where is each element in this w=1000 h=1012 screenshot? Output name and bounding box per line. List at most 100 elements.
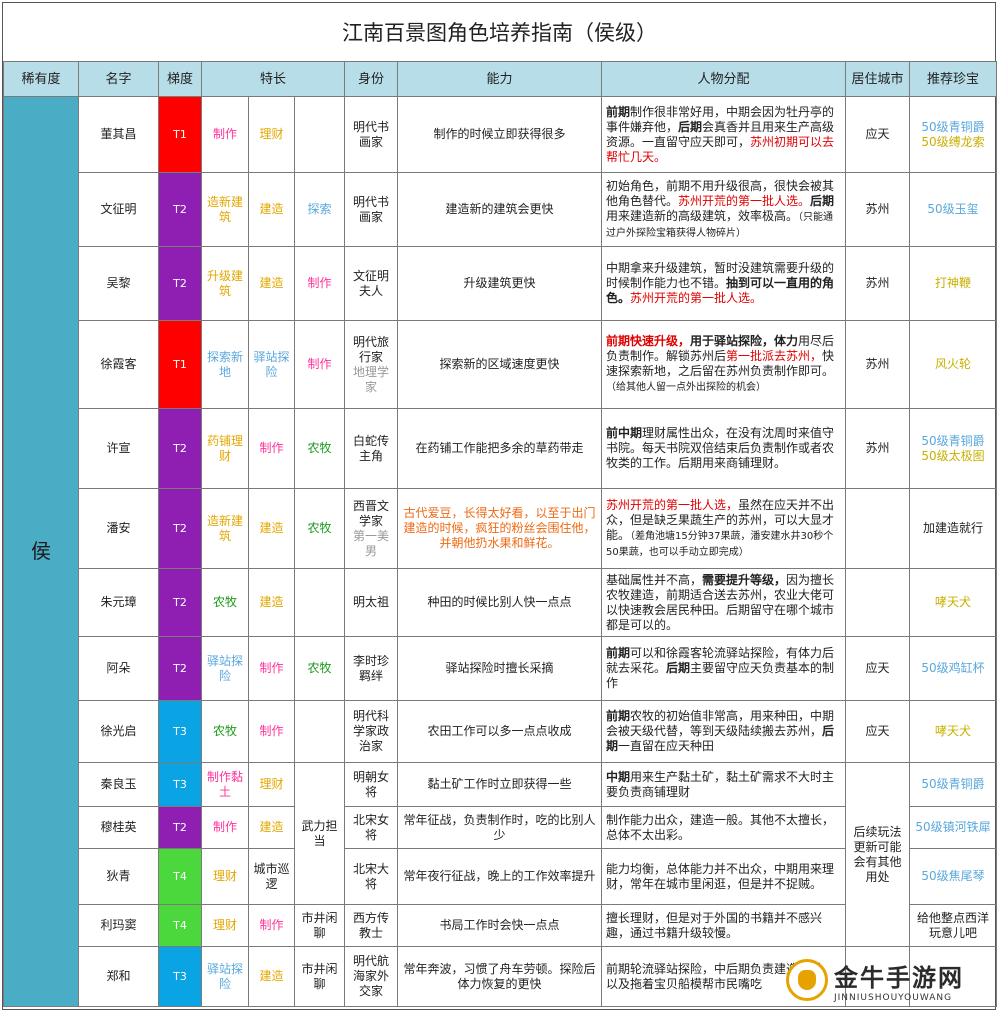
allocation-segment: （差角池塘15分钟37果蔬，潘安建水井30秒个50果蔬，也可以手动立即完成） xyxy=(606,530,834,558)
header-specialty: 特长 xyxy=(200,61,346,97)
city-later-note: 后续玩法更新可能会有其他用处 xyxy=(845,762,911,947)
table-row: 文征明 T2 造新建筑 建造 探索 明代书画家 建造新的建筑会更快 初始角色，前期不用升级很高… xyxy=(4,172,998,247)
ability-text: 探索新的区域速度更快 xyxy=(397,320,603,409)
specialty-sp2: 驿站探险 xyxy=(248,320,295,409)
treasure-item: 50级玉玺 xyxy=(927,202,979,216)
specialty-sp1: 升级建筑 xyxy=(201,246,249,321)
header-treasure: 推荐珍宝 xyxy=(909,61,998,97)
specialty-sp1: 探索新地 xyxy=(201,320,249,409)
specialty-martial: 武力担当 xyxy=(293,762,346,905)
allocation-segment: 制作能力出众，建造一般。其他不太擅长，总体不太出彩。 xyxy=(606,812,835,842)
table-body: 侯董其昌 T1 制作 理财 明代书画家 制作的时候立即获得很多 前期制作很非常好用，中期会因… xyxy=(3,96,998,1007)
logo-sub-text: JINNIUSHOUYOUWANG xyxy=(834,992,953,1003)
character-name: 许宣 xyxy=(78,408,159,489)
table-row: 潘安 T2 造新建筑 建造 农牧 西晋文学家 第一美男 古代爱豆，长得太好看，以至于出门建造的… xyxy=(4,488,998,569)
allocation-segment: 农牧的初始值非常高，用来种田，中期会被天级代替，等到天级陆续搬去苏州， xyxy=(606,709,835,738)
character-name: 文征明 xyxy=(78,172,159,247)
specialty-sp1: 药铺理财 xyxy=(201,408,249,489)
treasure-item: 哮天犬 xyxy=(935,724,972,738)
character-name: 潘安 xyxy=(78,488,159,569)
identity-text: 北宋女将 xyxy=(353,812,390,842)
specialty-sp1: 理财 xyxy=(201,848,249,905)
allocation-segment: 能力均衡，总体能力并不出众，中期用来理财，常年在城市里闲逛，但是并不捉贼。 xyxy=(606,861,835,891)
specialty-sp3: 制作 xyxy=(293,246,346,321)
character-name: 郑和 xyxy=(78,946,159,1007)
allocation-text: 苏州开荒的第一批人选，虽然在应天并不出众，但是缺乏果蔬生产的苏州，可以大显才能。… xyxy=(601,488,847,569)
tier-badge: T4 xyxy=(158,848,202,905)
allocation-segment: （给其他人留一点外出探险的机会） xyxy=(606,382,767,393)
allocation-text: 前中期理财属性出众，在没有沈周时来值守书院。每天书院双倍结束后负责制作或者农牧类… xyxy=(601,408,847,489)
character-name: 阿朵 xyxy=(78,636,159,701)
specialty-sp1: 理财 xyxy=(201,904,249,947)
treasure-item: 加建造就行 xyxy=(923,521,984,535)
identity-cell: 明代科学家政治家 xyxy=(344,700,399,763)
city-cell: 苏州 xyxy=(845,246,911,321)
tier-badge: T3 xyxy=(158,946,202,1007)
table-row: 侯董其昌 T1 制作 理财 明代书画家 制作的时候立即获得很多 前期制作很非常好用，中期会因… xyxy=(3,96,998,1007)
identity-text: 明代航海家外交家 xyxy=(353,954,390,998)
character-name: 吴黎 xyxy=(78,246,159,321)
character-name: 穆桂英 xyxy=(78,806,159,849)
tier-badge: T2 xyxy=(158,246,202,321)
treasure-cell: 哮天犬 xyxy=(909,700,998,763)
character-name: 朱元璋 xyxy=(78,568,159,637)
city-cell: 苏州 xyxy=(845,320,911,409)
identity-text: 明代书画家 xyxy=(353,119,390,149)
ability-text: 在药铺工作能把多余的草药带走 xyxy=(397,408,603,489)
identity-text: 文征明夫人 xyxy=(353,268,390,298)
tier-badge: T2 xyxy=(158,568,202,637)
treasure-item: 打神鞭 xyxy=(935,276,972,290)
identity-cell: 李时珍羁绊 xyxy=(344,636,399,701)
identity-extra: 地理学家 xyxy=(353,364,390,394)
specialty-sp3: 农牧 xyxy=(293,636,346,701)
identity-cell: 明代书画家 xyxy=(344,96,399,173)
allocation-segment: 基础属性并不高， xyxy=(606,572,703,587)
table-row: 吴黎 T2 升级建筑 建造 制作 文征明夫人 升级建筑更快 中期拿来升级建筑，暂时没建筑需要升… xyxy=(4,246,998,321)
specialty-sp3: 制作 xyxy=(293,320,346,409)
treasure-item: 50级缚龙索 xyxy=(921,134,985,149)
specialty-sp2: 理财 xyxy=(248,96,295,173)
specialty-sp1: 造新建筑 xyxy=(201,488,249,569)
treasure-item: 50级青铜爵 xyxy=(921,777,985,791)
city-cell: 应天 xyxy=(845,96,911,173)
treasure-item: 哮天犬 xyxy=(935,595,972,609)
identity-text: 明朝女将 xyxy=(353,769,390,799)
ability-text: 古代爱豆，长得太好看，以至于出门建造的时候，疯狂的粉丝会围住他，并朝他扔水果和鲜… xyxy=(397,488,603,569)
table-row: 朱元璋 T2 农牧 建造 明太祖 种田的时候比别人快一点点 基础属性并不高，需要提升等级，因… xyxy=(4,568,998,637)
character-name: 董其昌 xyxy=(78,96,159,173)
identity-text: 西晋文学家 xyxy=(353,498,390,528)
allocation-segment: 后期 xyxy=(810,193,835,208)
allocation-segment: 中期 xyxy=(606,769,631,784)
identity-text: 明代书画家 xyxy=(353,194,390,224)
treasure-item: 50级镇河铁犀 xyxy=(915,820,991,834)
allocation-segment: 苏州开荒的第一批人选， xyxy=(606,497,739,512)
ability-text: 种田的时候比别人快一点点 xyxy=(397,568,603,637)
city-cell xyxy=(845,488,911,569)
character-name: 徐霞客 xyxy=(78,320,159,409)
ability-text: 常年夜行征战，晚上的工作效率提升 xyxy=(397,848,603,905)
specialty-sp3: 探索 xyxy=(293,172,346,247)
specialty-sp3 xyxy=(293,700,346,763)
treasure-cell: 打神鞭 xyxy=(909,246,998,321)
header-city: 居住城市 xyxy=(845,61,911,97)
treasure-item: 50级鸡缸杯 xyxy=(921,661,985,675)
table-row: 阿朵 T2 驿站探险 制作 农牧 李时珍羁绊 驿站探险时擅长采摘 前期可以和徐霞客轮流驿站探险… xyxy=(4,636,998,701)
specialty-sp3 xyxy=(293,568,346,637)
ability-text: 黏土矿工作时立即获得一些 xyxy=(397,762,603,807)
city-cell xyxy=(845,568,911,637)
allocation-text: 中期用来生产黏土矿，黏土矿需求不大时主要负责商铺理财 xyxy=(601,762,847,807)
specialty-sp2: 城市巡逻 xyxy=(248,848,295,905)
treasure-cell: 风火轮 xyxy=(909,320,998,409)
identity-cell: 北宋女将 xyxy=(344,806,399,849)
ability-text: 制作的时候立即获得很多 xyxy=(397,96,603,173)
allocation-segment: 苏州开荒的第一批人选。 xyxy=(678,193,811,208)
tier-badge: T2 xyxy=(158,806,202,849)
allocation-segment: 前中期 xyxy=(606,426,643,440)
allocation-segment: 一直留在应天种田 xyxy=(618,739,715,753)
specialty-sp1: 农牧 xyxy=(201,700,249,763)
allocation-text: 前期快速升级，用于驿站探险，体力用尽后负责制作。解锁苏州后第一批派去苏州，快速探… xyxy=(601,320,847,409)
allocation-text: 前期制作很非常好用，中期会因为牡丹亭的事件嫌弃他，后期会真香并且用来生产高级资源… xyxy=(601,96,847,173)
character-name: 利玛窦 xyxy=(78,904,159,947)
allocation-segment: 用来建造新的高级建筑，效率极高。 xyxy=(606,208,799,223)
specialty-sp3: 市井闲聊 xyxy=(293,904,346,947)
